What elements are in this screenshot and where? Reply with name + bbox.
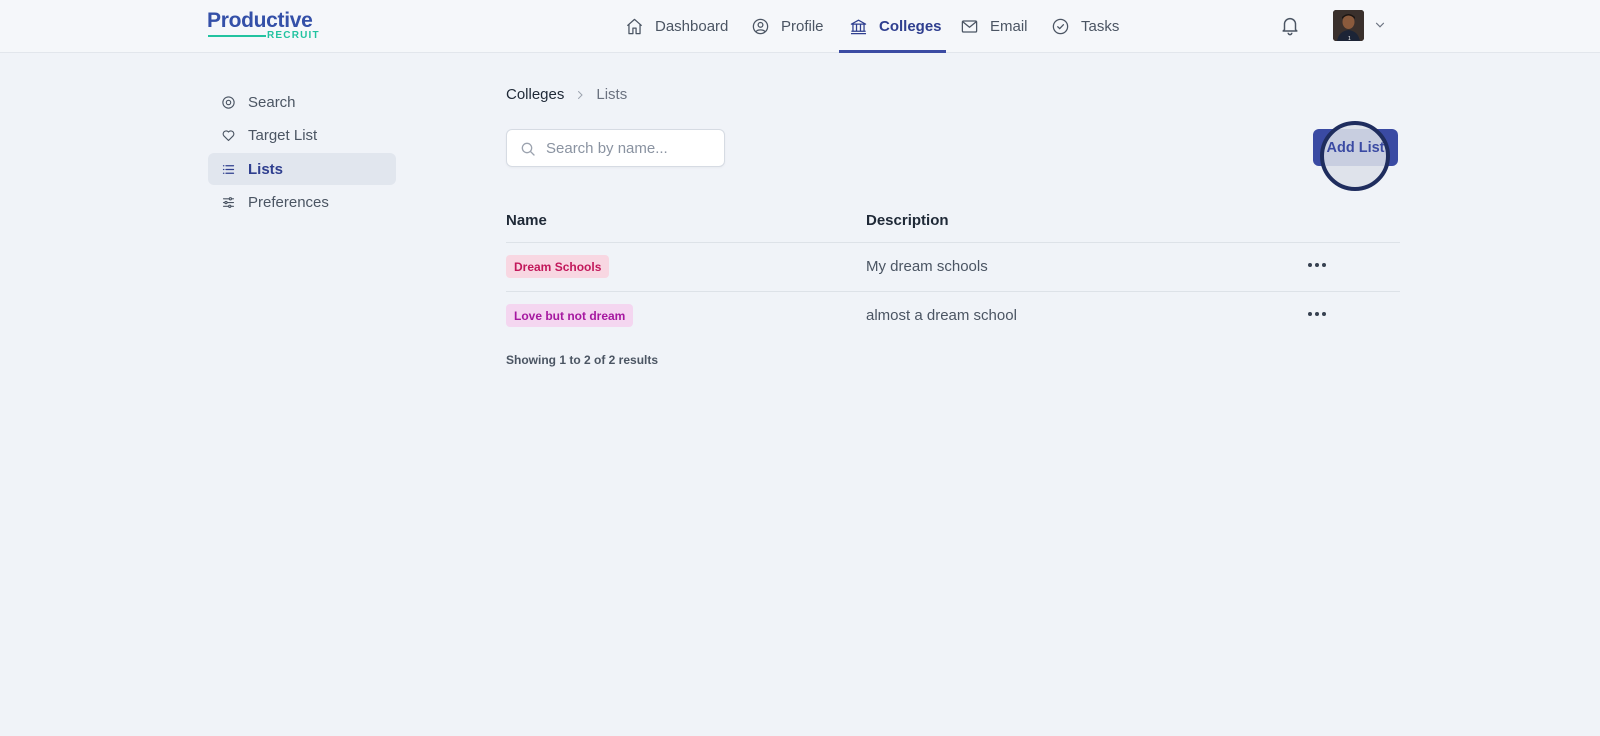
list-tag[interactable]: Dream Schools <box>506 255 610 278</box>
nav-label: Email <box>990 18 1028 35</box>
list-description: almost a dream school <box>866 307 1017 324</box>
search-input[interactable] <box>546 130 716 166</box>
building-columns-icon <box>850 19 867 35</box>
avatar-image: 1 <box>1333 10 1364 41</box>
chevron-right-icon <box>574 89 586 101</box>
check-circle-icon <box>1052 18 1069 35</box>
chevron-down-icon[interactable] <box>1373 18 1387 32</box>
sidebar-item-preferences[interactable]: Preferences <box>208 186 396 218</box>
home-icon <box>626 18 643 35</box>
envelope-icon <box>961 20 978 33</box>
list-description: My dream schools <box>866 258 988 275</box>
user-circle-icon <box>752 18 769 35</box>
sidebar-item-label: Target List <box>248 126 318 144</box>
nav-label: Profile <box>781 18 824 35</box>
sidebar-item-lists[interactable]: Lists <box>208 153 396 185</box>
column-header-description: Description <box>866 212 949 229</box>
column-header-name: Name <box>506 212 547 229</box>
bell-icon[interactable] <box>1279 14 1301 36</box>
ellipsis-horizontal-icon[interactable] <box>1306 258 1328 272</box>
ellipsis-horizontal-icon[interactable] <box>1306 307 1328 321</box>
top-navigation: Productive RECRUIT Dashboard Profile Col… <box>0 0 1600 53</box>
search-box[interactable] <box>506 129 725 167</box>
logo[interactable]: Productive RECRUIT <box>207 9 325 43</box>
table-divider <box>506 242 1400 243</box>
nav-item-dashboard[interactable]: Dashboard <box>625 0 728 53</box>
pagination-summary: Showing 1 to 2 of 2 results <box>506 353 659 367</box>
logo-underline <box>208 35 266 37</box>
search-icon <box>521 142 535 156</box>
sidebar-item-label: Lists <box>248 160 284 178</box>
nav-item-tasks[interactable]: Tasks <box>1051 0 1119 53</box>
nav-label: Dashboard <box>655 18 729 35</box>
avatar[interactable]: 1 <box>1333 10 1364 41</box>
nav-label: Tasks <box>1081 18 1120 35</box>
breadcrumb-colleges[interactable]: Colleges <box>506 86 564 103</box>
sliders-icon <box>222 196 235 208</box>
list-tag[interactable]: Love but not dream <box>506 304 634 327</box>
sidebar-item-search[interactable]: Search <box>208 86 396 118</box>
nav-item-email[interactable]: Email <box>960 0 1028 53</box>
nav-item-colleges[interactable]: Colleges <box>849 0 942 53</box>
sidebar-item-label: Preferences <box>248 193 329 211</box>
add-list-button[interactable]: Add List <box>1313 129 1398 166</box>
table-divider <box>506 291 1400 292</box>
list-icon <box>222 164 235 174</box>
nav-label: Colleges <box>879 18 942 35</box>
nav-item-profile[interactable]: Profile <box>751 0 824 53</box>
breadcrumb-lists: Lists <box>596 86 628 103</box>
at-circle-icon <box>222 95 235 109</box>
sidebar-item-target-list[interactable]: Target List <box>208 119 396 151</box>
sidebar-item-label: Search <box>248 93 296 111</box>
logo-subtitle: RECRUIT <box>267 30 320 41</box>
breadcrumb: Colleges Lists <box>506 86 627 103</box>
active-tab-indicator <box>839 50 946 53</box>
heart-icon <box>222 129 235 141</box>
svg-text:1: 1 <box>1348 36 1351 41</box>
